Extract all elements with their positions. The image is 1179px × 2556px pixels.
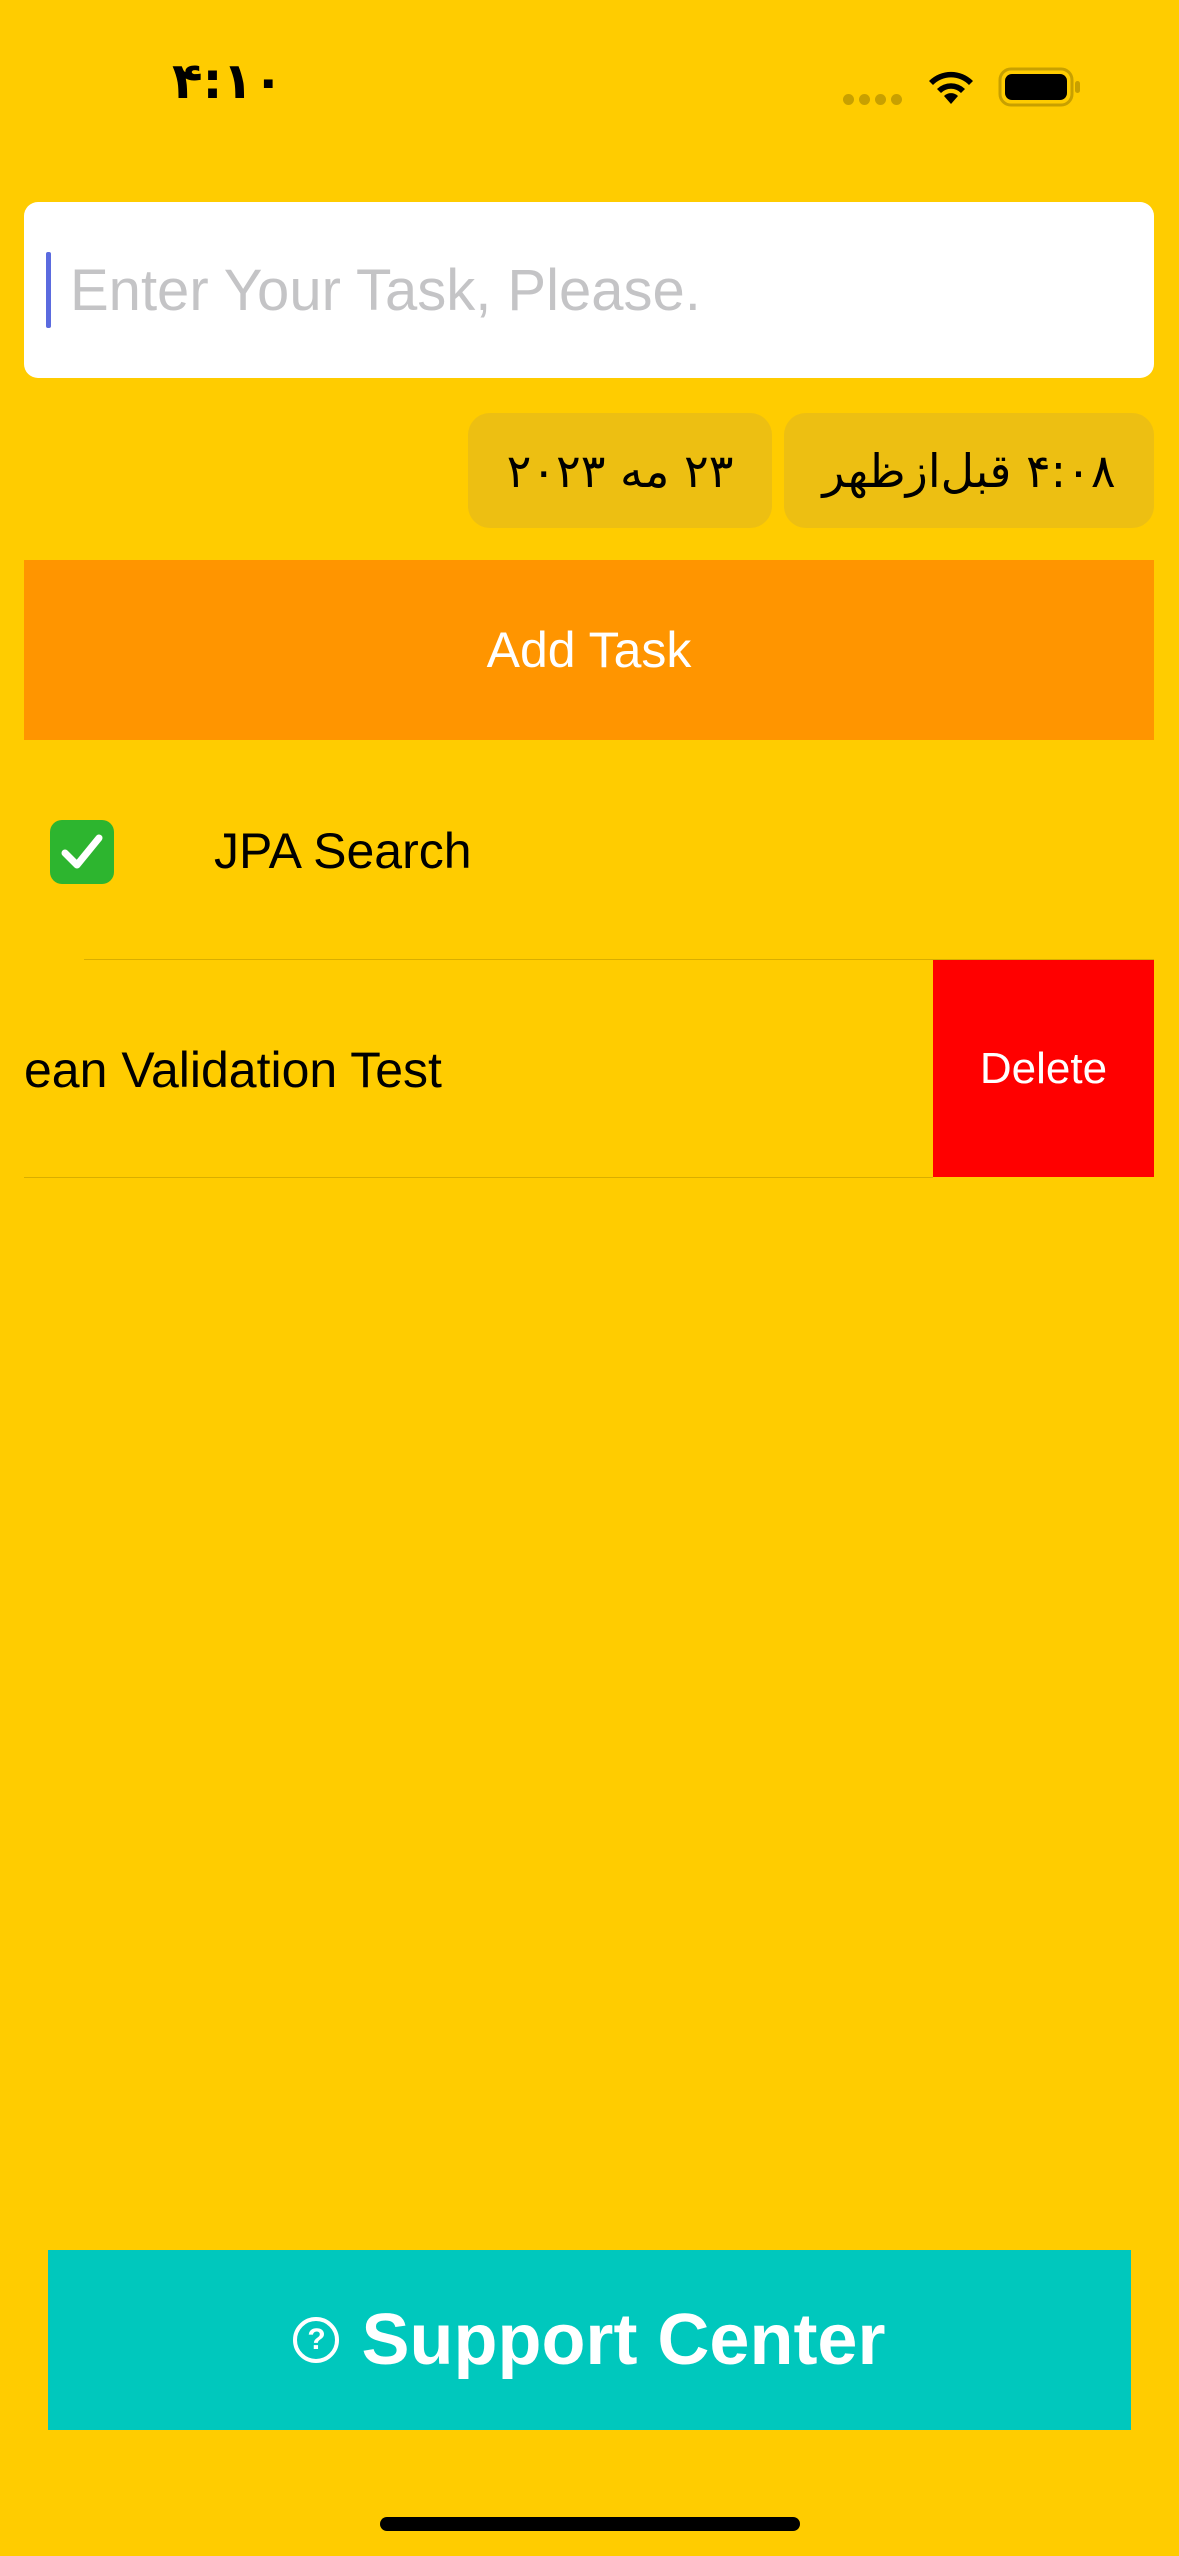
task-label[interactable]: ean Validation Test — [24, 1041, 442, 1099]
delete-button[interactable]: Delete — [933, 960, 1154, 1177]
task-label: JPA Search — [214, 823, 472, 879]
check-glyph-icon — [61, 834, 103, 869]
task-row[interactable] — [0, 766, 1179, 960]
help-icon: ? — [293, 2317, 340, 2363]
divider — [24, 1177, 933, 1178]
task-input-container — [24, 202, 1154, 378]
task-input[interactable] — [44, 202, 1134, 378]
text-caret — [46, 252, 51, 328]
date-picker[interactable]: ۲۳ مه ۲۰۲۳ — [468, 413, 772, 528]
wifi-icon — [929, 71, 973, 104]
checkmark-icon[interactable] — [50, 820, 114, 884]
status-time: ۴:۱۰ — [172, 52, 284, 110]
time-picker[interactable]: ۴:۰۸ قبل‌ازظهر — [784, 413, 1154, 528]
battery-icon — [998, 67, 1080, 107]
support-center-button[interactable]: ? Support Center — [48, 2250, 1131, 2430]
cellular-signal-icon — [843, 94, 905, 106]
home-indicator[interactable] — [380, 2517, 800, 2531]
add-task-button[interactable]: Add Task — [24, 560, 1154, 740]
support-center-label: Support Center — [361, 2300, 886, 2380]
